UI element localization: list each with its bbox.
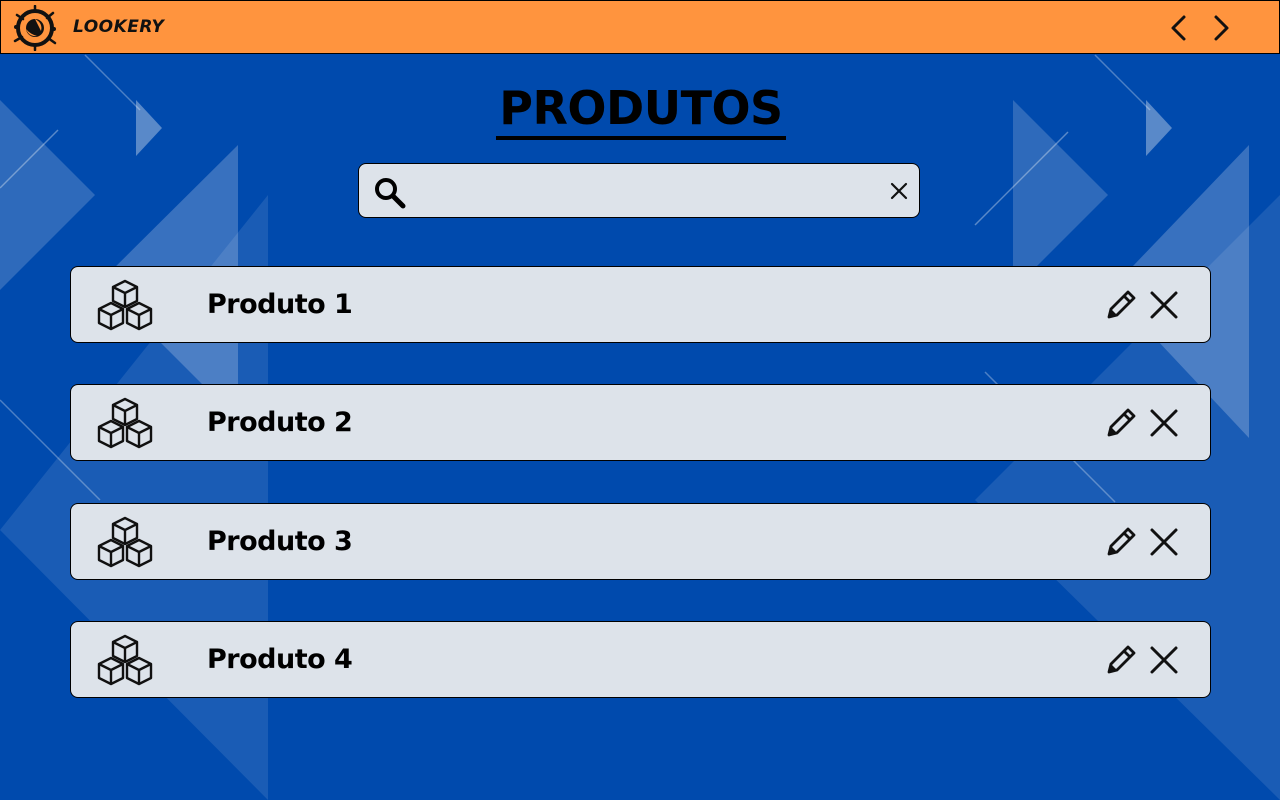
- chevron-left-icon[interactable]: [1165, 13, 1193, 43]
- product-name: Produto 4: [207, 644, 353, 675]
- product-row[interactable]: Produto 1: [70, 266, 1211, 343]
- pencil-icon[interactable]: [1103, 287, 1139, 323]
- product-row[interactable]: Produto 3: [70, 503, 1211, 580]
- close-icon[interactable]: [1148, 407, 1180, 439]
- product-name: Produto 2: [207, 407, 353, 438]
- product-name: Produto 1: [207, 289, 353, 320]
- product-name: Produto 3: [207, 526, 353, 557]
- pencil-icon[interactable]: [1103, 405, 1139, 441]
- brand-name: LOOKERY: [73, 17, 165, 37]
- product-row[interactable]: Produto 4: [70, 621, 1211, 698]
- lookery-logo-icon: [13, 5, 57, 51]
- pencil-icon[interactable]: [1103, 524, 1139, 560]
- boxes-icon: [97, 279, 153, 331]
- search-input[interactable]: [417, 172, 871, 212]
- top-bar: LOOKERY: [0, 0, 1280, 54]
- close-icon[interactable]: [1148, 289, 1180, 321]
- boxes-icon: [97, 397, 153, 449]
- close-icon[interactable]: [889, 181, 909, 201]
- search-bar: [358, 163, 920, 218]
- title-underline: [496, 136, 786, 140]
- close-icon[interactable]: [1148, 526, 1180, 558]
- page-title: PRODUTOS: [499, 81, 783, 135]
- boxes-icon: [97, 634, 153, 686]
- close-icon[interactable]: [1148, 644, 1180, 676]
- search-icon[interactable]: [373, 176, 407, 210]
- chevron-right-icon[interactable]: [1207, 13, 1235, 43]
- pencil-icon[interactable]: [1103, 642, 1139, 678]
- product-row[interactable]: Produto 2: [70, 384, 1211, 461]
- app-window: LOOKERY PRODUTOS Produto 1 Produto 2 Pro…: [0, 0, 1280, 800]
- boxes-icon: [97, 516, 153, 568]
